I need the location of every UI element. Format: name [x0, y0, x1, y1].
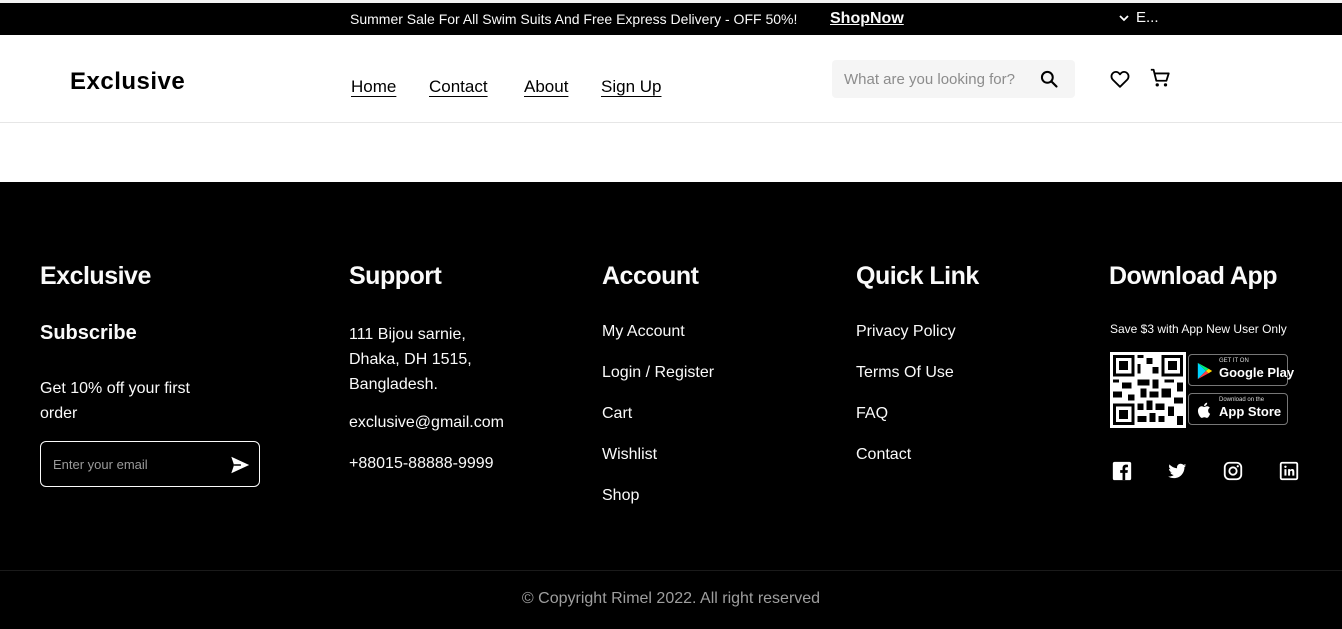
support-email[interactable]: exclusive@gmail.com [349, 414, 504, 432]
account-link-login-register[interactable]: Login / Register [602, 364, 714, 382]
shop-now-link[interactable]: ShopNow [830, 10, 904, 28]
search-box [832, 60, 1075, 98]
heart-icon[interactable] [1109, 68, 1131, 90]
copyright-text: © Copyright Rimel 2022. All right reserv… [521, 590, 821, 607]
account-title: Account [602, 262, 699, 290]
save-text: Save $3 with App New User Only [1110, 322, 1287, 336]
chevron-down-icon [1119, 14, 1129, 21]
account-link-my-account[interactable]: My Account [602, 323, 685, 341]
account-link-cart[interactable]: Cart [602, 405, 632, 423]
language-select[interactable]: E... [1118, 9, 1159, 26]
nav-about[interactable]: About [524, 77, 568, 97]
logo[interactable]: Exclusive [70, 68, 185, 96]
subscribe-title: Subscribe [40, 322, 137, 344]
google-play-small-text: GET IT ON [1219, 358, 1249, 364]
subscribe-offer: Get 10% off your first order [40, 380, 190, 422]
app-store-label: App Store [1219, 404, 1282, 419]
search-input[interactable] [844, 69, 1030, 89]
quick-link-title: Quick Link [856, 262, 979, 290]
footer-brand-title: Exclusive [40, 262, 151, 290]
google-play-button[interactable]: GET IT ON Google Play [1188, 354, 1294, 386]
footer: Exclusive Subscribe Get 10% off your fir… [0, 182, 1342, 629]
support-title: Support [349, 262, 442, 290]
support-phone[interactable]: +88015-88888-9999 [349, 455, 494, 473]
nav-contact[interactable]: Contact [429, 77, 488, 97]
banner-text: Summer Sale For All Swim Suits And Free … [350, 11, 798, 27]
cart-icon[interactable] [1149, 67, 1171, 89]
google-play-icon [1197, 362, 1213, 380]
google-play-label: Google Play [1219, 365, 1295, 380]
quick-link-terms-of-use[interactable]: Terms Of Use [856, 364, 954, 382]
nav-home[interactable]: Home [351, 77, 396, 97]
app-store-button[interactable]: Download on the App Store [1188, 393, 1288, 425]
linkedin-icon[interactable] [1278, 460, 1300, 482]
language-label: E... [1136, 9, 1159, 26]
apple-icon [1197, 402, 1211, 418]
instagram-icon[interactable] [1222, 460, 1244, 482]
footer-divider [0, 570, 1342, 571]
nav-sign-up[interactable]: Sign Up [601, 77, 661, 97]
qr-code-icon[interactable] [1110, 352, 1186, 428]
email-input[interactable] [53, 455, 213, 473]
quick-link-faq[interactable]: FAQ [856, 405, 888, 423]
account-link-wishlist[interactable]: Wishlist [602, 446, 657, 464]
account-link-shop[interactable]: Shop [602, 487, 639, 505]
top-banner: Summer Sale For All Swim Suits And Free … [0, 3, 1342, 35]
address-line: Dhaka, DH 1515, [349, 351, 472, 368]
quick-link-contact[interactable]: Contact [856, 446, 911, 464]
app-store-small-text: Download on the [1219, 397, 1265, 403]
email-box [40, 441, 260, 487]
address-line: Bangladesh. [349, 376, 438, 393]
facebook-icon[interactable] [1111, 460, 1133, 482]
search-icon[interactable] [1039, 69, 1059, 89]
send-icon[interactable] [229, 454, 251, 476]
twitter-icon[interactable] [1166, 460, 1188, 482]
address-line: 111 Bijou sarnie, [349, 326, 466, 343]
support-address: 111 Bijou sarnie, Dhaka, DH 1515, Bangla… [349, 322, 472, 397]
download-app-title: Download App [1109, 262, 1278, 290]
quick-link-privacy-policy[interactable]: Privacy Policy [856, 323, 956, 341]
header: Exclusive Home Contact About Sign Up [0, 35, 1342, 123]
